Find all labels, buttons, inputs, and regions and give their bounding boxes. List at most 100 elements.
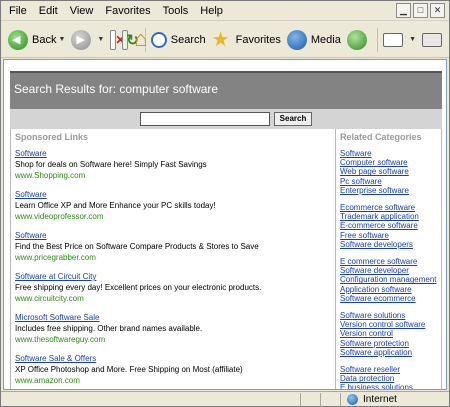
category-link[interactable]: Application software (340, 285, 443, 294)
status-cell (321, 392, 341, 407)
status-bar: Internet (1, 391, 449, 407)
category-link[interactable]: Software application (340, 348, 443, 357)
history-icon (346, 29, 367, 50)
category-link[interactable]: Software reseller (340, 365, 443, 374)
category-link[interactable]: Trademark application (340, 212, 443, 221)
zone-label: Internet (363, 394, 397, 405)
sponsored-listing: Software Find the Best Price on Software … (15, 231, 335, 263)
category-link[interactable]: Software protection (340, 339, 443, 348)
sponsored-link-description: Learn Office XP and More Enhance your PC… (15, 201, 216, 210)
back-label: Back (32, 33, 57, 46)
sponsored-link-url[interactable]: www.pricegrabber.com (15, 252, 335, 263)
sponsored-link-url[interactable]: www.thesoftwareguy.com (15, 334, 335, 345)
browser-window: File Edit View Favorites Tools Help ▁ □ … (0, 0, 450, 407)
chevron-down-icon[interactable]: ▼ (409, 36, 416, 43)
sponsored-link-description: XP Office Photoshop and More. Free Shipp… (15, 365, 243, 374)
search-input[interactable] (139, 112, 270, 126)
category-link[interactable]: Version control (340, 329, 443, 338)
sponsored-link-description: Free shipping every day! Excellent price… (15, 283, 262, 292)
status-cell (301, 392, 321, 407)
chevron-down-icon[interactable]: ▼ (97, 36, 104, 43)
menu-help[interactable]: Help (194, 1, 229, 21)
stop-icon[interactable] (110, 29, 125, 50)
sponsored-link-title[interactable]: Software (15, 149, 335, 159)
minimize-icon[interactable]: ▁ (396, 3, 411, 18)
category-link[interactable]: Web page software (340, 167, 443, 176)
related-categories-heading: Related Categories (340, 132, 422, 142)
menu-file[interactable]: File (1, 1, 33, 21)
home-icon[interactable] (134, 26, 148, 52)
category-link[interactable]: Software developers (340, 240, 443, 249)
category-link[interactable]: Data protection (340, 374, 443, 383)
menu-favorites[interactable]: Favorites (99, 1, 156, 21)
category-link[interactable]: Enterprise software (340, 186, 443, 195)
toolbar: Back ▼ ▼ Search Favorites Media ▼ (1, 22, 449, 58)
sponsored-listing: Software Sale & Offers XP Office Photosho… (15, 354, 335, 386)
sponsored-link-title[interactable]: Software (15, 231, 335, 241)
category-link[interactable]: E business solutions (340, 383, 443, 389)
category-link[interactable]: Software solutions (340, 311, 443, 320)
sponsored-link-url[interactable]: www.circuitcity.com (15, 293, 335, 304)
sponsored-link-title[interactable]: Software Sale & Offers (15, 354, 335, 364)
media-button[interactable]: Media (284, 26, 344, 54)
forward-button[interactable]: ▼ (68, 26, 107, 54)
back-arrow-icon (8, 29, 28, 50)
sponsored-listing: Software Shop for deals on Software here!… (15, 149, 335, 181)
category-link[interactable]: Computer software (340, 158, 443, 167)
menu-edit[interactable]: Edit (33, 1, 64, 21)
close-icon[interactable]: ✕ (430, 3, 445, 18)
sponsored-links-column: Sponsored Links Software Shop for deals o… (11, 129, 335, 389)
category-link[interactable]: Software (340, 149, 443, 158)
sponsored-link-title[interactable]: Software (15, 190, 335, 200)
sponsored-link-description: Find the Best Price on Software Compare … (15, 242, 259, 251)
window-controls: ▁ □ ✕ (396, 3, 445, 18)
category-link[interactable]: Configuration management (340, 275, 443, 284)
sponsored-link-title[interactable]: Software at Circuit City (15, 272, 335, 282)
category-link[interactable]: Version control software (340, 320, 443, 329)
media-label: Media (310, 33, 341, 46)
star-icon (212, 27, 232, 52)
category-link[interactable]: Free software (340, 231, 443, 240)
category-link[interactable]: Ecommerce software (340, 203, 443, 212)
mail-button[interactable]: ▼ (380, 26, 419, 54)
menu-view[interactable]: View (64, 1, 100, 21)
search-submit-button[interactable]: Search (273, 112, 313, 126)
page-viewport: Search Results for: computer software Se… (3, 59, 447, 390)
results-content: Sponsored Links Software Shop for deals o… (10, 129, 443, 389)
sponsored-link-url[interactable]: www.amazon.com (15, 375, 335, 386)
search-icon (150, 31, 167, 48)
search-bar: Search (10, 109, 442, 129)
history-button[interactable] (344, 26, 374, 54)
sponsored-links-heading: Sponsored Links (15, 132, 89, 142)
category-group: Software solutions Version control softwa… (340, 311, 443, 357)
search-label: Search (170, 33, 206, 46)
maximize-icon[interactable]: □ (413, 3, 428, 18)
category-link[interactable]: Pc software (340, 177, 443, 186)
status-text (1, 392, 301, 407)
sponsored-listing: Microsoft Software Sale Includes free shi… (15, 313, 335, 345)
refresh-icon[interactable] (122, 29, 139, 50)
sponsored-link-url[interactable]: www.Shopping.com (15, 170, 335, 181)
forward-arrow-icon (71, 29, 92, 50)
printer-icon (422, 32, 442, 47)
category-link[interactable]: E commerce software (340, 257, 443, 266)
sponsored-listing: Software Learn Office XP and More Enhance… (15, 190, 335, 222)
sponsored-link-url[interactable]: www.videoprofessor.com (15, 211, 335, 222)
print-button[interactable] (419, 26, 449, 54)
sponsored-link-title[interactable]: Microsoft Software Sale (15, 313, 335, 323)
sponsored-link-description: Includes free shipping. Other brand name… (15, 324, 203, 333)
related-categories-column: Related Categories Software Computer soft… (335, 129, 443, 389)
menu-bar: File Edit View Favorites Tools Help ▁ □ … (1, 1, 449, 21)
media-icon (286, 29, 307, 50)
search-button[interactable]: Search (148, 26, 209, 54)
menu-tools[interactable]: Tools (157, 1, 195, 21)
category-link[interactable]: E-commerce software (340, 221, 443, 230)
favorites-button[interactable]: Favorites (209, 26, 284, 54)
category-link[interactable]: Software developer (340, 266, 443, 275)
chevron-down-icon[interactable]: ▼ (58, 36, 65, 43)
category-group: Software reseller Data protection E busine… (340, 365, 443, 389)
category-link[interactable]: Software ecommerce (340, 294, 443, 303)
mail-icon (383, 32, 404, 47)
favorites-label: Favorites (235, 33, 281, 46)
back-button[interactable]: Back ▼ (5, 26, 68, 54)
